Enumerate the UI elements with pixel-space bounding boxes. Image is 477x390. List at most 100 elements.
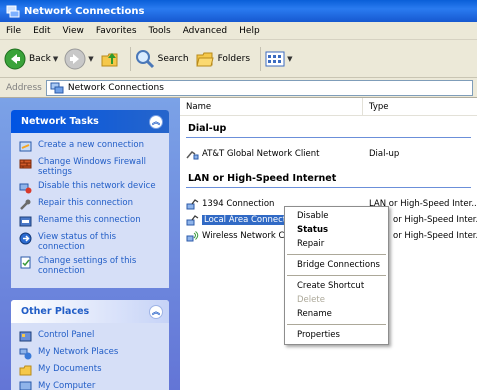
up-folder-icon — [101, 52, 118, 66]
place-control-panel[interactable]: Control Panel — [19, 330, 163, 343]
task-rename-connection[interactable]: Rename this connection — [19, 215, 163, 228]
place-label: Control Panel — [38, 330, 95, 340]
menu-item-repair[interactable]: Repair — [285, 237, 388, 251]
task-disable-device[interactable]: Disable this network device — [19, 181, 163, 194]
task-label: Repair this connection — [38, 198, 133, 208]
context-menu: Disable Status Repair Bridge Connections… — [284, 206, 389, 345]
task-label: Change Windows Firewall settings — [38, 157, 146, 177]
back-label: Back — [29, 53, 51, 64]
chevron-down-icon[interactable]: ▼ — [287, 55, 292, 63]
menu-item-status[interactable]: Status — [285, 223, 388, 237]
network-places-icon — [19, 348, 32, 360]
network-tasks-header[interactable]: Network Tasks ︽ — [11, 110, 169, 133]
place-label: My Network Places — [38, 347, 119, 357]
task-change-settings[interactable]: Change settings of this connection — [19, 256, 163, 276]
connection-type: Dial-up — [369, 149, 400, 159]
menu-view[interactable]: View — [63, 26, 84, 36]
toolbar: Back ▼ ▼ Search Folders ▼ — [0, 40, 477, 78]
column-header-type[interactable]: Type — [363, 98, 477, 115]
menu-bar: File Edit View Favorites Tools Advanced … — [0, 22, 477, 40]
task-change-firewall[interactable]: Change Windows Firewall settings — [19, 157, 163, 177]
task-label: View status of this connection — [38, 232, 117, 252]
group-header-lan: LAN or High-Speed Internet — [186, 170, 471, 188]
network-connections-icon — [6, 5, 20, 17]
task-pane: Network Tasks ︽ Create a new connection … — [0, 98, 180, 390]
repair-icon — [20, 199, 31, 210]
lan-connection-icon — [186, 215, 199, 226]
menu-separator — [287, 275, 386, 276]
task-view-status[interactable]: View status of this connection — [19, 232, 163, 252]
wireless-connection-icon — [186, 231, 199, 242]
computer-icon — [19, 381, 32, 390]
search-label: Search — [157, 53, 189, 64]
folders-button[interactable]: Folders — [195, 45, 250, 73]
menu-edit[interactable]: Edit — [33, 26, 50, 36]
firewall-icon — [19, 159, 32, 169]
chevron-down-icon[interactable]: ▼ — [53, 55, 58, 63]
status-icon — [19, 232, 32, 245]
other-places-title: Other Places — [21, 306, 90, 317]
menu-item-properties[interactable]: Properties — [285, 328, 388, 342]
network-tasks-panel: Network Tasks ︽ Create a new connection … — [11, 110, 169, 288]
place-my-network-places[interactable]: My Network Places — [19, 347, 163, 360]
menu-help[interactable]: Help — [239, 26, 260, 36]
control-panel-icon — [19, 331, 32, 342]
menu-item-create-shortcut[interactable]: Create Shortcut — [285, 279, 388, 293]
chevron-down-icon[interactable]: ▼ — [88, 55, 93, 63]
search-icon — [135, 49, 154, 68]
collapse-chevron-icon[interactable]: ︽ — [149, 114, 163, 129]
connection-name: 1394 Connection — [202, 199, 275, 209]
network-connections-icon — [50, 82, 64, 93]
menu-advanced[interactable]: Advanced — [183, 26, 227, 36]
task-label: Create a new connection — [38, 140, 144, 150]
task-repair-connection[interactable]: Repair this connection — [19, 198, 163, 211]
place-my-documents[interactable]: My Documents — [19, 364, 163, 377]
network-tasks-title: Network Tasks — [21, 116, 99, 127]
connection-name: AT&T Global Network Client — [202, 149, 320, 159]
other-places-panel: Other Places ︽ Control Panel My Network … — [11, 300, 169, 390]
task-label: Disable this network device — [38, 181, 156, 191]
toolbar-separator — [129, 46, 131, 71]
rename-icon — [19, 216, 32, 227]
menu-item-disable[interactable]: Disable — [285, 209, 388, 223]
menu-favorites[interactable]: Favorites — [96, 26, 137, 36]
menu-separator — [287, 254, 386, 255]
up-folder-button[interactable] — [100, 45, 120, 73]
column-headers: Name Type — [180, 98, 477, 116]
menu-item-rename[interactable]: Rename — [285, 307, 388, 321]
collapse-chevron-icon[interactable]: ︽ — [149, 304, 163, 319]
table-row[interactable]: AT&T Global Network Client Dial-up — [180, 146, 477, 162]
back-arrow-icon — [4, 48, 26, 69]
address-bar: Address Network Connections — [0, 78, 477, 98]
task-label: Rename this connection — [38, 215, 141, 225]
back-button[interactable]: Back ▼ — [4, 45, 58, 73]
search-button[interactable]: Search — [135, 45, 189, 73]
address-value: Network Connections — [67, 82, 164, 93]
group-header-dial-up: Dial-up — [186, 120, 471, 138]
views-button[interactable]: ▼ — [265, 45, 292, 73]
menu-separator — [287, 324, 386, 325]
new-connection-icon — [19, 141, 32, 152]
address-input[interactable]: Network Connections — [45, 79, 473, 96]
task-create-new-connection[interactable]: Create a new connection — [19, 140, 163, 153]
title-bar[interactable]: Network Connections — [0, 0, 477, 22]
lan-connection-icon — [186, 199, 199, 210]
menu-item-bridge-connections[interactable]: Bridge Connections — [285, 258, 388, 272]
settings-icon — [20, 256, 31, 269]
toolbar-separator — [260, 46, 262, 71]
column-header-name[interactable]: Name — [180, 98, 363, 115]
dial-up-connection-icon — [186, 151, 199, 160]
views-icon — [265, 51, 285, 66]
place-my-computer[interactable]: My Computer — [19, 381, 163, 390]
documents-folder-icon — [19, 365, 32, 376]
other-places-body: Control Panel My Network Places My Docum… — [11, 323, 169, 390]
disable-device-icon — [19, 183, 32, 194]
other-places-header[interactable]: Other Places ︽ — [11, 300, 169, 323]
forward-button[interactable]: ▼ — [64, 45, 94, 73]
menu-tools[interactable]: Tools — [149, 26, 171, 36]
network-tasks-body: Create a new connection Change Windows F… — [11, 133, 169, 288]
place-label: My Computer — [38, 381, 96, 390]
menu-file[interactable]: File — [6, 26, 21, 36]
place-label: My Documents — [38, 364, 102, 374]
address-label: Address — [6, 82, 42, 93]
